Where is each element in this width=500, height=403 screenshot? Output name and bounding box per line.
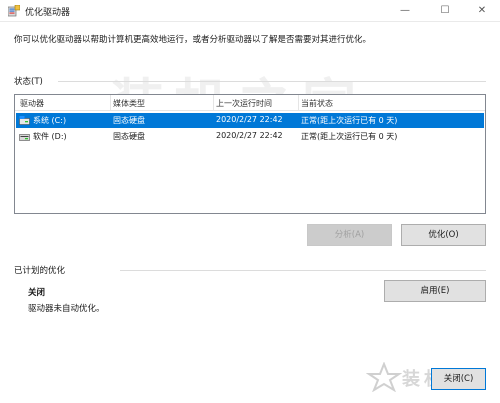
drive-row-c[interactable]: 系统 (C:) 固态硬盘 2020/2/27 22:42 正常(距上次运行已有 … bbox=[16, 113, 484, 128]
drive-last-run: 2020/2/27 22:42 bbox=[216, 115, 283, 124]
maximize-button[interactable]: ☐ bbox=[425, 0, 465, 22]
drive-current-status: 正常(距上次运行已有 0 天) bbox=[301, 132, 398, 141]
star-logo-icon bbox=[366, 362, 402, 392]
schedule-state: 关闭 bbox=[28, 288, 46, 298]
column-separator bbox=[298, 95, 299, 111]
drive-current-status: 正常(距上次运行已有 0 天) bbox=[301, 116, 398, 125]
defrag-app-icon bbox=[8, 5, 20, 17]
close-button[interactable]: 关闭(C) bbox=[431, 368, 486, 390]
column-separator bbox=[213, 95, 214, 111]
status-divider bbox=[58, 81, 486, 82]
status-label: 状态(T) bbox=[14, 77, 43, 87]
enable-button[interactable]: 启用(E) bbox=[384, 280, 486, 302]
schedule-detail: 驱动器未自动优化。 bbox=[28, 304, 105, 314]
drive-row-d[interactable]: 软件 (D:) 固态硬盘 2020/2/27 22:42 正常(距上次运行已有 … bbox=[16, 129, 484, 144]
column-header-last-run[interactable]: 上一次运行时间 bbox=[216, 98, 272, 109]
list-header: 驱动器 媒体类型 上一次运行时间 当前状态 bbox=[15, 95, 485, 111]
column-separator bbox=[110, 95, 111, 111]
scheduled-divider bbox=[120, 270, 486, 271]
analyze-button[interactable]: 分析(A) bbox=[307, 224, 392, 246]
column-header-drive[interactable]: 驱动器 bbox=[20, 98, 44, 109]
drive-icon bbox=[19, 134, 30, 141]
title-bar: 优化驱动器 — ☐ ✕ bbox=[0, 0, 500, 22]
drive-name: 系统 (C:) bbox=[33, 116, 67, 125]
description-text: 你可以优化驱动器以帮助计算机更高效地运行，或者分析驱动器以了解是否需要对其进行优… bbox=[14, 35, 372, 45]
column-header-media-type[interactable]: 媒体类型 bbox=[113, 98, 145, 109]
close-window-button[interactable]: ✕ bbox=[462, 0, 500, 22]
drive-list[interactable]: 驱动器 媒体类型 上一次运行时间 当前状态 系统 (C:) 固态硬盘 2020/… bbox=[14, 94, 486, 214]
system-drive-icon bbox=[19, 116, 30, 125]
drive-last-run: 2020/2/27 22:42 bbox=[216, 131, 283, 140]
scheduled-optimization-label: 已计划的优化 bbox=[14, 266, 66, 276]
column-header-current-status[interactable]: 当前状态 bbox=[301, 98, 333, 109]
drive-media-type: 固态硬盘 bbox=[113, 132, 145, 141]
minimize-button[interactable]: — bbox=[385, 0, 425, 22]
window-title: 优化驱动器 bbox=[25, 8, 71, 18]
drive-name: 软件 (D:) bbox=[33, 132, 67, 141]
drive-media-type: 固态硬盘 bbox=[113, 116, 145, 125]
optimize-button[interactable]: 优化(O) bbox=[401, 224, 486, 246]
